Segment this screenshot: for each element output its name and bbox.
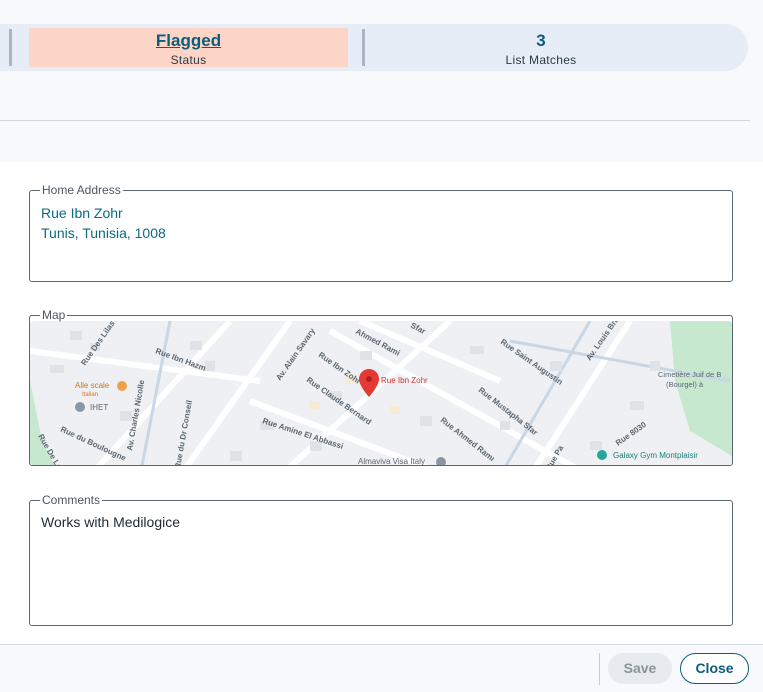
svg-text:IHET: IHET <box>90 403 108 412</box>
map-view[interactable]: Rue Ibn Hazm Av. Alain Savary Ahmed Rami… <box>30 321 732 466</box>
svg-text:(Bourgel) à: (Bourgel) à <box>666 380 704 389</box>
restaurant-icon <box>117 381 127 391</box>
list-matches-cell: 3 List Matches <box>366 28 716 67</box>
comments-legend: Comments <box>42 493 101 507</box>
place-icon <box>75 402 85 412</box>
save-button[interactable]: Save <box>608 653 672 684</box>
summary-strip: Flagged Status 3 List Matches <box>0 24 748 71</box>
footer-divider <box>0 644 763 645</box>
strip-divider <box>9 29 12 66</box>
home-address-field[interactable]: Home Address Rue Ibn Zohr Tunis, Tunisia… <box>29 184 733 282</box>
map-legend: Map <box>40 309 68 322</box>
comments-field[interactable]: Comments Works with Medilogice <box>29 494 733 626</box>
list-matches-value: 3 <box>536 31 546 50</box>
svg-text:Italian: Italian <box>82 392 98 398</box>
gym-icon <box>597 450 607 460</box>
status-label: Status <box>170 53 207 67</box>
map-pin-label: Rue Ibn Zohr <box>381 376 428 385</box>
home-address-legend: Home Address <box>42 183 121 197</box>
map-field: Map Rue Ibn Hazm Av. Alain Savary Ahmed … <box>29 309 733 466</box>
svg-text:Cimetière Juif de B: Cimetière Juif de B <box>658 370 721 379</box>
svg-text:Almaviva Visa Italy: Almaviva Visa Italy <box>358 457 425 466</box>
svg-text:Alle scale: Alle scale <box>75 381 110 390</box>
address-line-1: Rue Ibn Zohr <box>41 205 123 221</box>
strip-divider <box>362 29 365 66</box>
home-address-value: Rue Ibn Zohr Tunis, Tunisia, 1008 <box>41 203 166 243</box>
section-divider <box>0 120 750 121</box>
list-matches-label: List Matches <box>505 53 577 67</box>
status-value-link[interactable]: Flagged <box>29 31 348 50</box>
comments-textarea[interactable]: Works with Medilogice <box>41 514 721 534</box>
footer-separator <box>599 653 600 685</box>
svg-text:Galaxy Gym Montplaisir: Galaxy Gym Montplaisir <box>613 451 698 460</box>
status-cell: Flagged Status <box>29 28 348 67</box>
close-button[interactable]: Close <box>680 653 749 684</box>
address-line-2: Tunis, Tunisia, 1008 <box>41 225 166 241</box>
